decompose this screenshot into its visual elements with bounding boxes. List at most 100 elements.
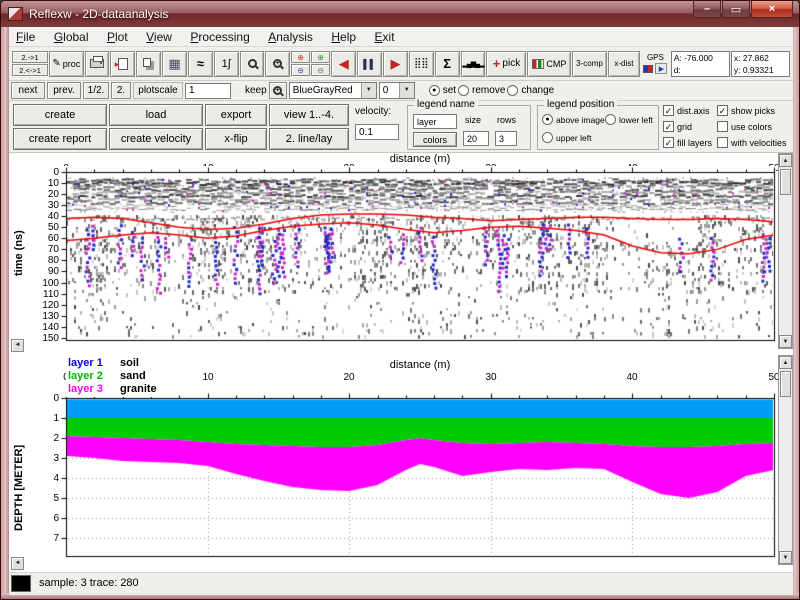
remove-label: remove bbox=[472, 85, 505, 96]
keep-zoom-button[interactable] bbox=[269, 82, 287, 99]
x-flip-button[interactable]: x-flip bbox=[205, 128, 267, 150]
create-velocity-button[interactable]: create velocity bbox=[109, 128, 203, 150]
pick-mode-set-radio[interactable]: ●set bbox=[429, 85, 456, 96]
export-file-button[interactable] bbox=[110, 51, 135, 77]
double-plotscale-button[interactable]: 2. bbox=[111, 82, 131, 99]
sum-traces-button[interactable]: Σ bbox=[435, 51, 460, 77]
position-lower-left-radio[interactable]: lower left bbox=[605, 114, 653, 125]
scale-up-button[interactable]: ⊕ bbox=[311, 51, 330, 63]
pause-button[interactable]: ▌▌ bbox=[357, 51, 382, 77]
circle-plus-icon: ⊕ bbox=[298, 53, 304, 62]
dropdown-arrow-icon[interactable]: ▼ bbox=[399, 83, 414, 98]
menu-global[interactable]: Global bbox=[47, 27, 96, 44]
x-distance-button[interactable]: x-dist bbox=[608, 51, 640, 77]
scroll-thumb[interactable] bbox=[780, 169, 791, 195]
gps-start-button[interactable]: ▶ bbox=[655, 63, 667, 74]
single-trace-button[interactable]: 1∫ bbox=[214, 51, 239, 77]
position-above-image-radio[interactable]: ●above image bbox=[542, 114, 605, 125]
grid-checkbox[interactable]: ✓grid bbox=[663, 121, 692, 132]
scroll-down-button[interactable]: ▼ bbox=[779, 551, 792, 564]
rows-input[interactable] bbox=[495, 131, 517, 146]
create-report-button[interactable]: create report bbox=[13, 128, 107, 150]
fill-layers-checkbox[interactable]: ✓fill layers bbox=[663, 137, 712, 148]
colors-button[interactable]: colors bbox=[413, 132, 457, 147]
radio-icon bbox=[458, 85, 469, 96]
copy-button[interactable] bbox=[136, 51, 161, 77]
menu-exit[interactable]: Exit bbox=[368, 27, 402, 44]
y-tick-label: 130 bbox=[35, 311, 59, 322]
radargram-vscrollbar[interactable]: ▲ ▼ bbox=[778, 153, 793, 349]
print-button[interactable] bbox=[85, 51, 110, 77]
hscroll-left-button-lower[interactable]: ◄ bbox=[11, 557, 24, 570]
position-upper-left-radio[interactable]: upper left bbox=[542, 132, 591, 143]
next-file-button[interactable]: ▶ bbox=[383, 51, 408, 77]
view-button[interactable]: view 1..-4. bbox=[269, 104, 349, 126]
scale-down-button[interactable]: ⊖ bbox=[311, 64, 330, 76]
show-picks-checkbox[interactable]: ✓show picks bbox=[717, 105, 775, 116]
velocity-input[interactable] bbox=[355, 124, 399, 140]
pick-mode-change-radio[interactable]: change bbox=[507, 85, 554, 96]
scroll-up-button[interactable]: ▲ bbox=[779, 356, 792, 369]
previous-file-button[interactable]: ◀ bbox=[331, 51, 356, 77]
zoom-window-button[interactable] bbox=[265, 51, 290, 77]
pick-button[interactable]: +pick bbox=[486, 51, 526, 77]
y-tick-label: 5 bbox=[35, 493, 59, 504]
convert-2-swap-1-button[interactable]: 2.<->1 bbox=[12, 64, 48, 76]
spectrum-button[interactable]: ▂▄▆▄▂ bbox=[461, 51, 486, 77]
convert-2-to-1-button[interactable]: 2.->1 bbox=[12, 51, 48, 63]
menu-view[interactable]: View bbox=[139, 27, 179, 44]
radargram-canvas[interactable] bbox=[60, 166, 776, 346]
scroll-thumb[interactable] bbox=[780, 371, 791, 397]
next-button[interactable]: next bbox=[11, 82, 45, 99]
half-plotscale-button[interactable]: 1/2. bbox=[83, 82, 109, 99]
depth-vscrollbar[interactable]: ▲ ▼ bbox=[778, 355, 793, 565]
radio-icon bbox=[542, 132, 553, 143]
menu-plot[interactable]: Plot bbox=[100, 27, 135, 44]
title-bar[interactable]: Reflexw - 2D-dataanalysis – ▭ × bbox=[1, 1, 800, 27]
scroll-down-button[interactable]: ▼ bbox=[779, 335, 792, 348]
load-button[interactable]: load bbox=[109, 104, 203, 126]
checkbox-icon: ✓ bbox=[663, 121, 674, 132]
wiggle-mode-button[interactable]: ≈ bbox=[188, 51, 213, 77]
layer-name-field[interactable]: layer bbox=[413, 114, 457, 129]
export-button[interactable]: export bbox=[205, 104, 267, 126]
with-velocities-checkbox[interactable]: with velocities bbox=[717, 137, 787, 148]
dropdown-arrow-icon[interactable]: ▼ bbox=[361, 83, 376, 98]
zoom-button[interactable] bbox=[240, 51, 265, 77]
proc-button[interactable]: ✎proc bbox=[49, 51, 83, 77]
minimize-button[interactable]: – bbox=[693, 1, 721, 18]
dist-axis-checkbox[interactable]: ✓dist.axis bbox=[663, 105, 710, 116]
table-button[interactable]: ▦ bbox=[162, 51, 187, 77]
upper-distance-axis-label: distance (m) bbox=[360, 153, 480, 165]
close-button[interactable]: × bbox=[751, 1, 793, 18]
plotscale-input[interactable] bbox=[185, 83, 231, 99]
zoom-in-button[interactable]: ⊕ bbox=[291, 51, 310, 63]
pick-mode-remove-radio[interactable]: remove bbox=[458, 85, 505, 96]
zoom-step-buttons: ⊕ ⊖ bbox=[291, 51, 310, 76]
y-tick-label: 100 bbox=[35, 278, 59, 289]
depth-section-canvas[interactable] bbox=[60, 392, 776, 562]
menu-analysis[interactable]: Analysis bbox=[261, 27, 320, 44]
velocity-label: velocity: bbox=[355, 106, 391, 117]
line-lay-button[interactable]: 2. line/lay bbox=[269, 128, 349, 150]
size-input[interactable] bbox=[463, 131, 489, 146]
hscroll-left-button[interactable]: ◄ bbox=[11, 339, 24, 352]
copy-icon bbox=[143, 58, 151, 67]
scroll-up-button[interactable]: ▲ bbox=[779, 154, 792, 167]
menu-help[interactable]: Help bbox=[324, 27, 363, 44]
depth-axis-label: DEPTH [METER] bbox=[13, 428, 25, 548]
y-tick-label: 6 bbox=[35, 513, 59, 524]
prev-button[interactable]: prev. bbox=[47, 82, 81, 99]
create-button[interactable]: create bbox=[13, 104, 107, 126]
three-component-button[interactable]: 3-comp bbox=[572, 51, 606, 77]
maximize-button[interactable]: ▭ bbox=[722, 1, 750, 18]
layer-number-select[interactable]: 0▼ bbox=[379, 82, 415, 99]
menu-file[interactable]: File bbox=[9, 27, 42, 44]
zoom-out-button[interactable]: ⊖ bbox=[291, 64, 310, 76]
y-tick-label: 7 bbox=[35, 533, 59, 544]
cmp-button[interactable]: CMP bbox=[527, 51, 571, 77]
use-colors-checkbox[interactable]: use colors bbox=[717, 121, 772, 132]
palette-select[interactable]: BlueGrayRed▼ bbox=[289, 82, 377, 99]
menu-processing[interactable]: Processing bbox=[183, 27, 256, 44]
point-mode-button[interactable]: ⣿⣿ bbox=[409, 51, 434, 77]
